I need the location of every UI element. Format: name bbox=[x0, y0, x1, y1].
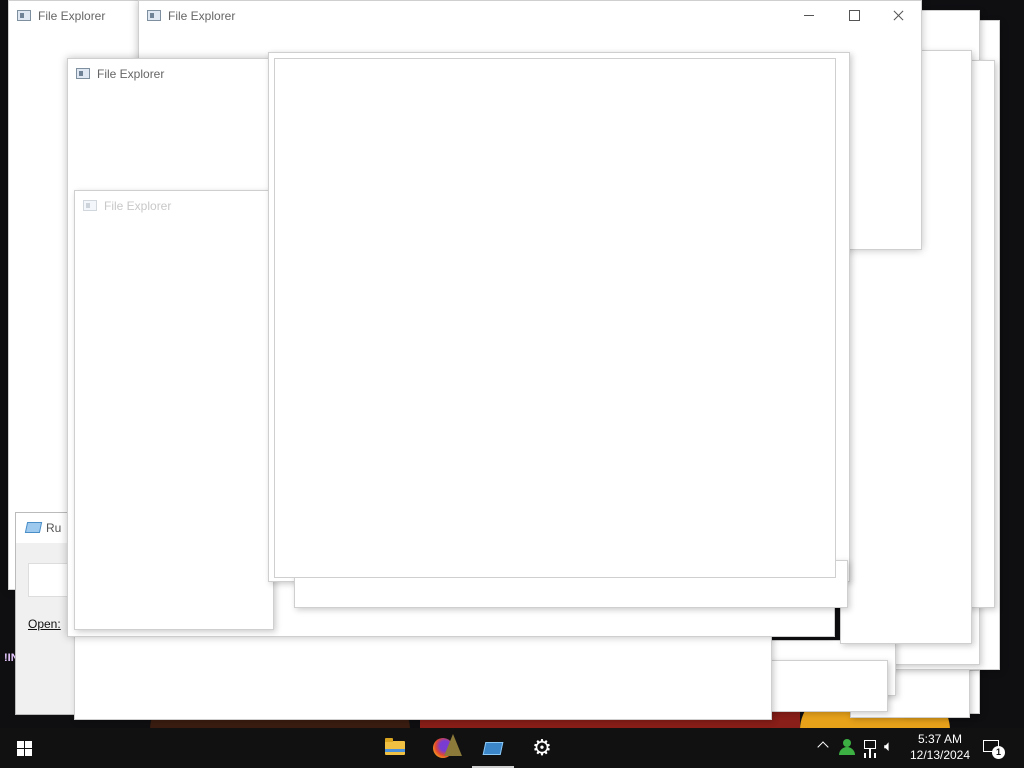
notification-badge: 1 bbox=[992, 746, 1005, 759]
title-bar[interactable]: File Explorer bbox=[75, 191, 273, 221]
blank-window[interactable] bbox=[274, 58, 836, 578]
gear-icon: ⚙ bbox=[532, 735, 552, 760]
window-title: File Explorer bbox=[97, 67, 165, 81]
minimize-button[interactable] bbox=[786, 1, 831, 31]
window-title: File Explorer bbox=[168, 9, 236, 23]
run-icon bbox=[24, 522, 43, 533]
taskbar-firefox[interactable] bbox=[420, 728, 468, 768]
show-hidden-icons-chevron-icon[interactable] bbox=[816, 738, 830, 752]
run-open-label: Open: bbox=[28, 617, 61, 631]
title-bar[interactable]: File Explorer bbox=[139, 1, 921, 31]
clock[interactable]: 5:37 AM 12/13/2024 bbox=[905, 731, 975, 763]
network-icon[interactable] bbox=[862, 739, 880, 755]
file-explorer-icon bbox=[147, 10, 161, 21]
caption-buttons bbox=[786, 1, 921, 31]
folder-icon bbox=[385, 738, 405, 755]
overlay-icon bbox=[444, 734, 462, 756]
windows-icon bbox=[17, 741, 32, 756]
maximize-button[interactable] bbox=[831, 1, 876, 31]
clock-date: 12/13/2024 bbox=[909, 748, 971, 762]
clock-time: 5:37 AM bbox=[917, 732, 963, 746]
action-center-button[interactable]: 1 bbox=[980, 736, 1006, 760]
file-explorer-icon bbox=[17, 10, 31, 21]
window-title: File Explorer bbox=[104, 199, 172, 213]
taskbar-file-explorer[interactable] bbox=[372, 728, 418, 768]
window-title: File Explorer bbox=[38, 9, 106, 23]
run-icon bbox=[482, 742, 504, 755]
close-button[interactable] bbox=[876, 1, 921, 31]
file-explorer-icon bbox=[76, 68, 90, 79]
run-title: Ru bbox=[46, 521, 62, 535]
file-explorer-icon bbox=[83, 200, 97, 211]
start-button[interactable] bbox=[0, 728, 48, 768]
taskbar-run[interactable] bbox=[470, 728, 516, 768]
desktop: !IN File Explorer File Explorer Ru Open:… bbox=[0, 0, 1024, 728]
taskbar-settings[interactable]: ⚙ bbox=[518, 728, 564, 768]
volume-icon[interactable]: 🔈︎ bbox=[884, 738, 902, 756]
file-explorer-window[interactable]: File Explorer bbox=[74, 190, 274, 630]
people-icon[interactable] bbox=[838, 738, 856, 756]
